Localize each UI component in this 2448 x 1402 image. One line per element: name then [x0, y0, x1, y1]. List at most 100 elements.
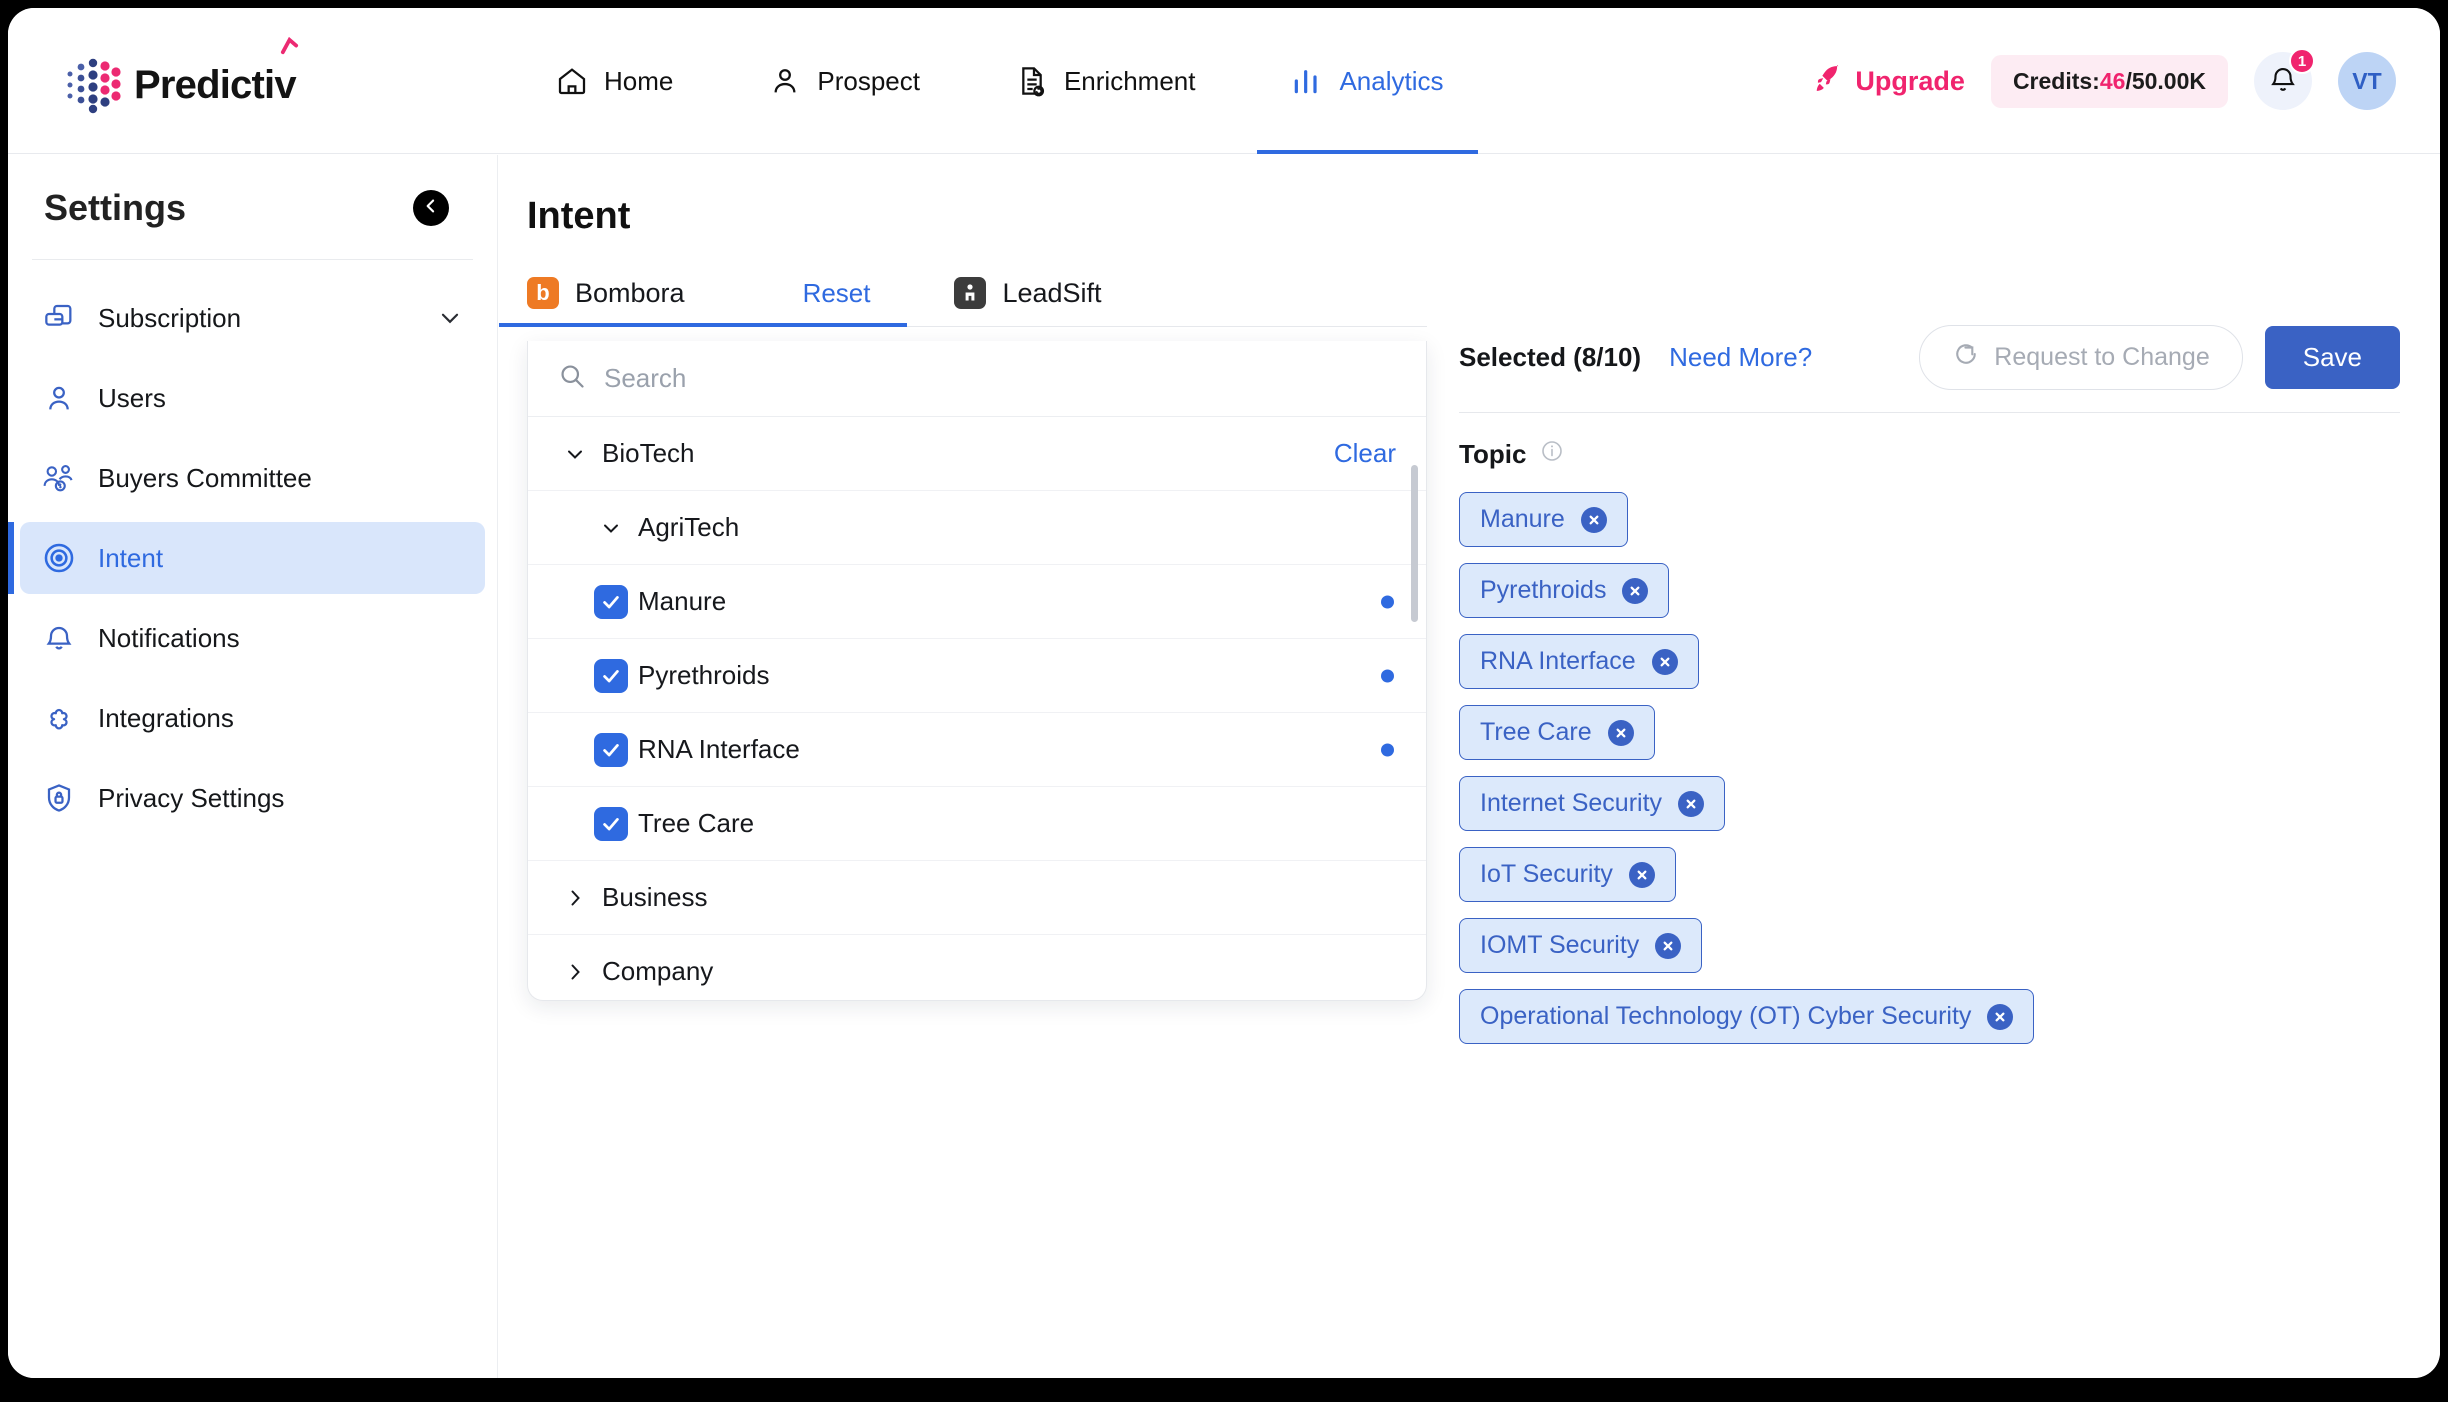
topic-label: Topic — [1459, 439, 1527, 469]
tree-label: Business — [602, 882, 708, 912]
selected-topic-chips: Manure Pyrethroids RNA Interface Tree Ca… — [1459, 492, 2400, 1060]
topic-chip: RNA Interface — [1459, 634, 1699, 689]
selected-dot-indicator — [1381, 669, 1394, 682]
home-icon — [556, 65, 588, 97]
clear-link[interactable]: Clear — [1334, 438, 1396, 469]
sidebar-header: Settings — [8, 155, 497, 259]
sidebar-divider — [32, 259, 473, 260]
checkbox-checked[interactable] — [594, 584, 628, 619]
rocket-icon — [1811, 62, 1843, 101]
tree-label: Tree Care — [638, 808, 755, 838]
puzzle-icon — [42, 702, 76, 734]
sidebar-item-intent[interactable]: Intent — [8, 522, 485, 594]
wallet-icon — [42, 302, 76, 334]
topic-chip: Pyrethroids — [1459, 563, 1670, 618]
topic-tree-list[interactable]: BioTech Clear AgriTech Manure Pyrethroid… — [528, 417, 1426, 1000]
page-title: Intent — [527, 195, 631, 237]
sidebar-label-notifications: Notifications — [98, 622, 240, 653]
chip-remove-icon[interactable] — [1655, 932, 1682, 959]
save-button[interactable]: Save — [2264, 326, 2400, 389]
document-refresh-icon — [1016, 65, 1048, 97]
bell-icon — [42, 622, 76, 654]
credits-badge[interactable]: Credits:46/50.00K — [1990, 54, 2228, 108]
sidebar-collapse-button[interactable] — [413, 190, 449, 226]
sidebar-item-users[interactable]: Users — [20, 362, 485, 434]
chip-remove-icon[interactable] — [1651, 648, 1678, 675]
nav-item-prospect[interactable]: Prospect — [735, 8, 954, 154]
tree-item-manure[interactable]: Manure — [528, 565, 1426, 639]
sidebar-item-buyers-committee[interactable]: Buyers Committee — [20, 442, 485, 514]
tree-group-biotech[interactable]: BioTech Clear — [528, 417, 1426, 491]
nav-label-prospect: Prospect — [817, 65, 920, 96]
checkbox-checked[interactable] — [594, 806, 628, 841]
credits-total: /50.00K — [2125, 67, 2206, 94]
selected-count-label: Selected (8/10) — [1459, 342, 1642, 372]
checkbox-checked[interactable] — [594, 732, 628, 767]
tree-label: Pyrethroids — [638, 660, 770, 690]
notifications-button[interactable]: 1 — [2254, 48, 2315, 110]
chip-remove-icon[interactable] — [1678, 790, 1705, 817]
selected-dot-indicator — [1381, 743, 1394, 756]
reset-link[interactable]: Reset — [803, 278, 871, 309]
selected-topics-pane: Selected (8/10) Need More? Request to Ch… — [1459, 325, 2400, 1060]
sidebar-item-privacy-settings[interactable]: Privacy Settings — [20, 762, 485, 834]
tree-group-business[interactable]: Business — [528, 861, 1426, 935]
chip-remove-icon[interactable] — [1628, 861, 1655, 888]
chip-remove-icon[interactable] — [1987, 1003, 2014, 1030]
chip-remove-icon[interactable] — [1580, 506, 1607, 533]
person-icon — [769, 65, 801, 97]
tab-leadsift[interactable]: LeadSift — [954, 277, 1102, 326]
chevron-down-icon[interactable] — [437, 305, 463, 331]
tree-item-tree-care[interactable]: Tree Care — [528, 787, 1426, 861]
sidebar-item-notifications[interactable]: Notifications — [20, 602, 485, 674]
tree-item-rna-interface[interactable]: RNA Interface — [528, 713, 1426, 787]
chip-label: Tree Care — [1480, 718, 1592, 746]
nav-label-analytics: Analytics — [1339, 65, 1444, 96]
tree-scrollbar-thumb[interactable] — [1411, 465, 1418, 622]
settings-sidebar: Settings Subscription Users Buyers Commi… — [8, 155, 498, 1378]
upgrade-button[interactable]: Upgrade — [1811, 62, 1965, 101]
tab-bombora[interactable]: b Bombora — [499, 277, 906, 327]
topic-tree-panel: BioTech Clear AgriTech Manure — [527, 341, 1427, 1001]
nav-item-enrichment[interactable]: Enrichment — [982, 8, 1230, 154]
checkbox-checked[interactable] — [594, 658, 628, 693]
brand-name: Predictiv — [134, 63, 297, 107]
request-to-change-button[interactable]: Request to Change — [1919, 325, 2243, 390]
main-nav: Home Prospect Enrichment Analytics — [508, 8, 1492, 154]
user-avatar[interactable]: VT — [2338, 52, 2396, 110]
nav-item-home[interactable]: Home — [522, 8, 707, 154]
tree-group-company[interactable]: Company — [528, 935, 1426, 1000]
chevron-left-circle-icon — [421, 196, 441, 221]
brand-logo[interactable]: Predictiv — [62, 37, 298, 116]
tree-label: Company — [602, 956, 714, 986]
sidebar-item-integrations[interactable]: Integrations — [20, 682, 485, 754]
leadsift-logo-icon — [954, 277, 987, 309]
chip-label: IOMT Security — [1480, 931, 1640, 959]
target-icon — [42, 541, 76, 575]
topic-chip: Tree Care — [1459, 705, 1655, 760]
search-icon — [558, 362, 586, 395]
source-tabs: b Bombora Reset LeadSift — [499, 277, 1427, 327]
sidebar-item-subscription[interactable]: Subscription — [20, 282, 485, 354]
tree-label: Manure — [638, 586, 727, 616]
main-content: Intent b Bombora Reset LeadSift Search B… — [499, 155, 2440, 1378]
chip-remove-icon[interactable] — [1622, 577, 1649, 604]
brand-accent-icon — [280, 37, 298, 55]
nav-item-analytics[interactable]: Analytics — [1257, 8, 1478, 154]
info-icon[interactable] — [1540, 439, 1564, 470]
nav-label-enrichment: Enrichment — [1063, 65, 1196, 96]
bar-chart-icon — [1291, 65, 1323, 97]
tree-group-agritech[interactable]: AgriTech — [528, 491, 1426, 565]
chip-remove-icon[interactable] — [1607, 719, 1634, 746]
search-row — [528, 341, 1426, 417]
chip-label: Internet Security — [1480, 789, 1663, 817]
refresh-icon — [1952, 340, 1980, 375]
need-more-link[interactable]: Need More? — [1669, 342, 1812, 373]
chip-label: Operational Technology (OT) Cyber Securi… — [1480, 1002, 1972, 1030]
search-input[interactable] — [604, 363, 1396, 394]
topic-section-header: Topic — [1459, 439, 2400, 470]
nav-label-home: Home — [604, 65, 674, 96]
tree-item-pyrethroids[interactable]: Pyrethroids — [528, 639, 1426, 713]
predictiv-dot-logo-icon — [62, 54, 124, 116]
tree-label: RNA Interface — [638, 734, 800, 764]
